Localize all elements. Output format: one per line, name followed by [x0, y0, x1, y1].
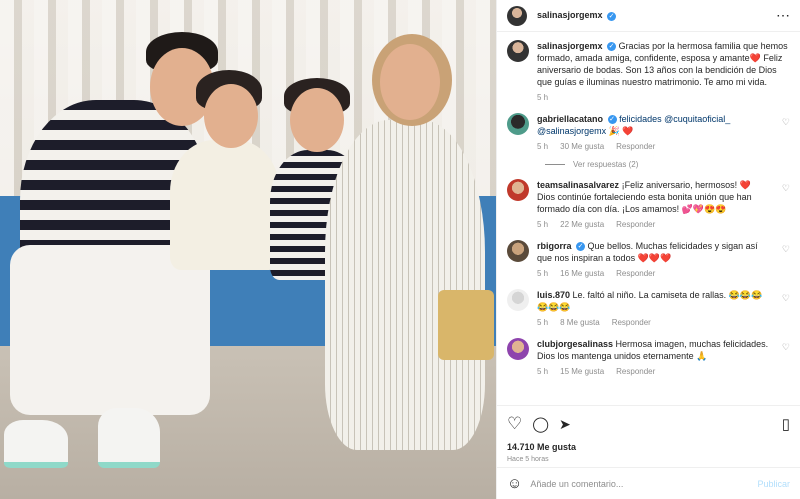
handbag: [438, 290, 494, 360]
replies-divider: [545, 164, 565, 165]
like-comment-icon[interactable]: ♡: [778, 338, 790, 378]
verified-badge-icon: ✓: [607, 11, 617, 21]
comment-text: Le. faltó al niño. La camiseta de rallas…: [537, 290, 763, 312]
commenter-avatar[interactable]: [507, 240, 529, 262]
verified-badge-icon: ✓: [607, 42, 617, 52]
comment-username[interactable]: teamsalinasalvarez: [537, 180, 619, 190]
comment-time: 5 h: [537, 318, 549, 327]
comment-likes[interactable]: 22 Me gusta: [560, 219, 604, 231]
likes-count[interactable]: 14.710 Me gusta: [507, 442, 790, 452]
comment: rbigorra ✓ Que bellos. Muchas felicidade…: [507, 240, 790, 280]
save-icon[interactable]: ▯: [782, 415, 790, 433]
verified-badge-icon: ✓: [576, 242, 586, 252]
caption-time: 5 h: [537, 93, 549, 102]
post-time: Hace 5 horas: [507, 456, 549, 463]
man-shoe-left: [4, 420, 68, 468]
comment-time: 5 h: [537, 142, 549, 151]
comment-likes[interactable]: 16 Me gusta: [560, 268, 604, 280]
comment-time: 5 h: [537, 269, 549, 278]
view-replies-label[interactable]: Ver respuestas (2): [573, 160, 638, 169]
reply-button[interactable]: Responder: [616, 141, 655, 153]
comment-likes[interactable]: 8 Me gusta: [560, 317, 600, 329]
comment: luis.870 Le. faltó al niño. La camiseta …: [507, 289, 790, 329]
comments-list[interactable]: salinasjorgemx ✓ Gracias por la hermosa …: [497, 32, 800, 405]
commenter-avatar[interactable]: [507, 179, 529, 201]
comment-username[interactable]: rbigorra: [537, 241, 572, 251]
comment-icon[interactable]: ◯: [532, 415, 549, 433]
comment-time: 5 h: [537, 367, 549, 376]
post-side-panel: salinasjorgemx ✓ ⋯ salinasjorgemx ✓ Grac…: [496, 0, 800, 499]
comment-username[interactable]: gabriellacatano: [537, 114, 603, 124]
comment-username[interactable]: luis.870: [537, 290, 570, 300]
comment-time: 5 h: [537, 220, 549, 229]
author-avatar[interactable]: [507, 5, 527, 26]
boy-head: [204, 84, 258, 148]
comment-likes[interactable]: 15 Me gusta: [560, 366, 604, 378]
commenter-avatar[interactable]: [507, 289, 529, 311]
post-header: salinasjorgemx ✓ ⋯: [497, 0, 800, 32]
caption: salinasjorgemx ✓ Gracias por la hermosa …: [507, 40, 790, 104]
like-icon[interactable]: ♡: [507, 414, 522, 434]
comment: clubjorgesalinass Hermosa imagen, muchas…: [507, 338, 790, 378]
post-actions: ♡ ◯ ➤ ▯ 14.710 Me gusta Hace 5 horas: [497, 405, 800, 467]
like-comment-icon[interactable]: ♡: [778, 113, 790, 153]
comment-likes[interactable]: 30 Me gusta: [560, 141, 604, 153]
publish-button[interactable]: Publicar: [757, 479, 790, 489]
comment-input[interactable]: Añade un comentario...: [530, 479, 749, 489]
emoji-icon[interactable]: ☺: [507, 475, 522, 492]
view-replies[interactable]: Ver respuestas (2): [545, 160, 790, 169]
boy-figure: [170, 140, 280, 270]
share-icon[interactable]: ➤: [559, 416, 571, 433]
man-pants: [10, 245, 210, 415]
like-comment-icon[interactable]: ♡: [778, 179, 790, 231]
reply-button[interactable]: Responder: [616, 268, 655, 280]
commenter-avatar[interactable]: [507, 338, 529, 360]
verified-badge-icon: ✓: [607, 115, 617, 125]
post-photo[interactable]: [0, 0, 496, 499]
man-shoe-right: [98, 408, 160, 468]
caption-username[interactable]: salinasjorgemx: [537, 41, 603, 51]
comment: teamsalinasalvarez ¡Feliz aniversario, h…: [507, 179, 790, 231]
like-comment-icon[interactable]: ♡: [778, 289, 790, 329]
comment: gabriellacatano ✓ felicidades @cuquitaof…: [507, 113, 790, 153]
comment-composer: ☺ Añade un comentario... Publicar: [497, 467, 800, 499]
reply-button[interactable]: Responder: [616, 366, 655, 378]
reply-button[interactable]: Responder: [616, 219, 655, 231]
woman-dress: [325, 120, 485, 450]
commenter-avatar[interactable]: [507, 113, 529, 135]
comment-username[interactable]: clubjorgesalinass: [537, 339, 613, 349]
girl-head: [290, 88, 344, 152]
author-username[interactable]: salinasjorgemx: [537, 10, 603, 20]
reply-button[interactable]: Responder: [612, 317, 651, 329]
like-comment-icon[interactable]: ♡: [778, 240, 790, 280]
more-options-icon[interactable]: ⋯: [776, 7, 790, 24]
caption-avatar[interactable]: [507, 40, 529, 62]
woman-head: [380, 44, 440, 120]
